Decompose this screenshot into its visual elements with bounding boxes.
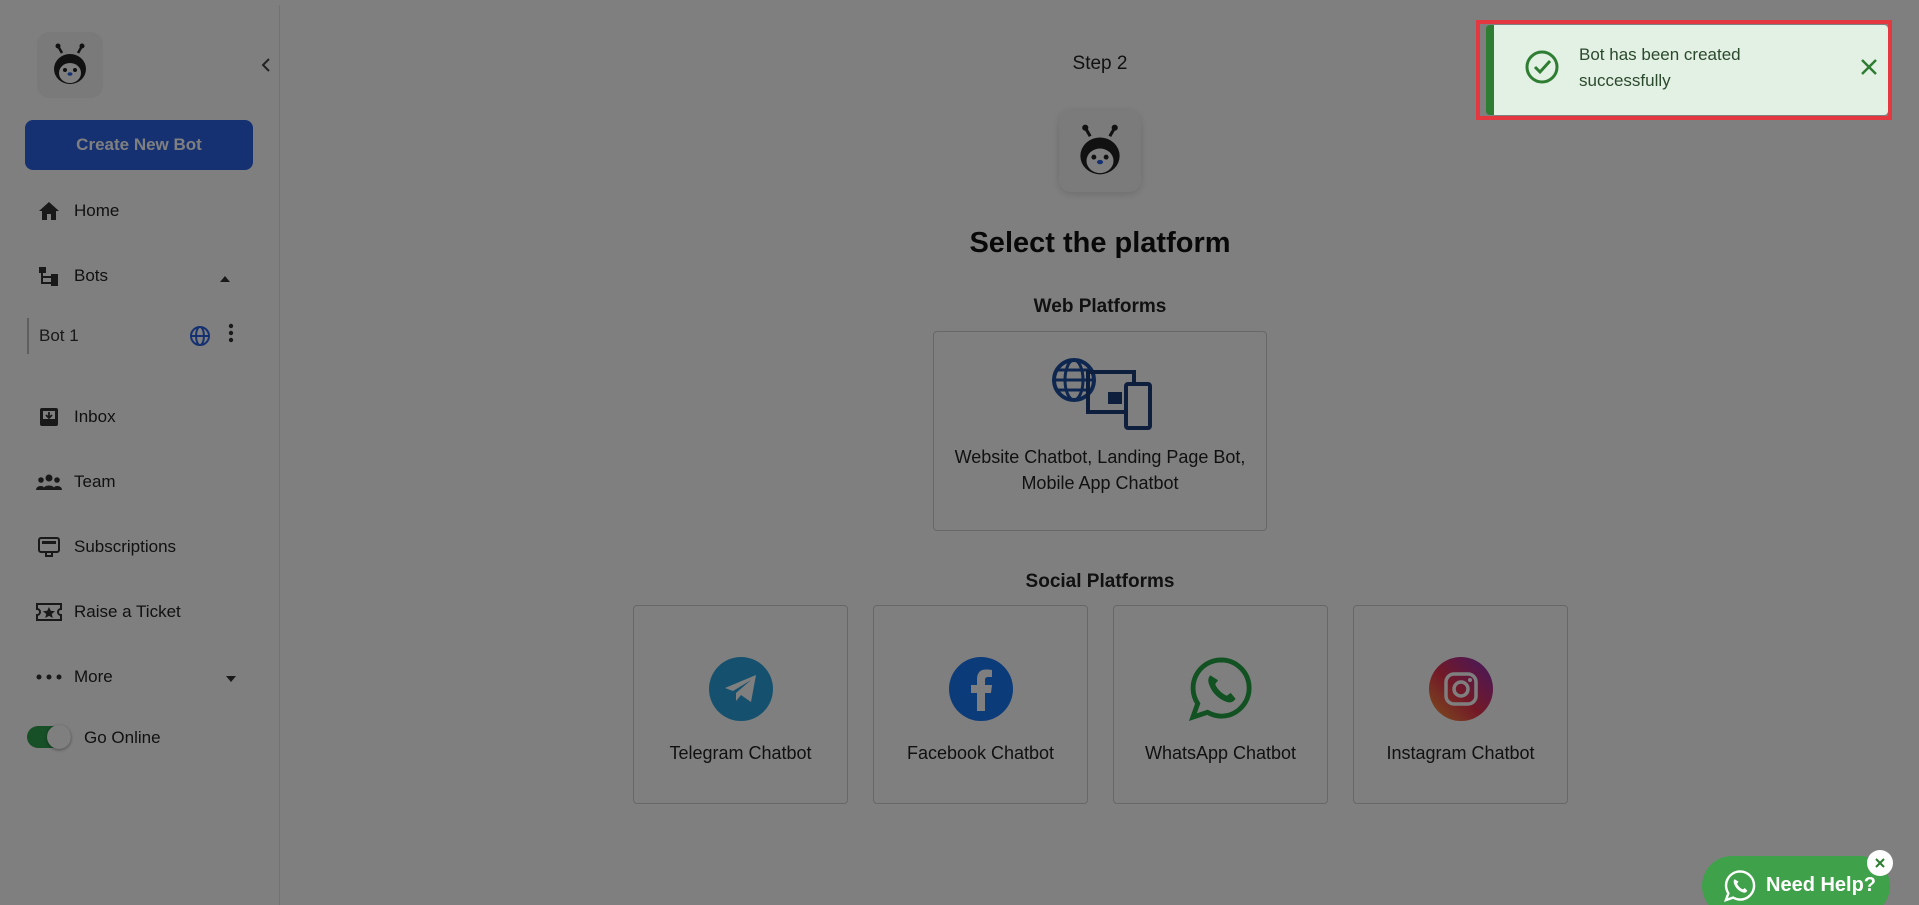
need-help-button[interactable]: Need Help?: [1702, 856, 1890, 905]
close-icon: [1875, 858, 1885, 868]
toast-message: Bot has been created successfully: [1579, 45, 1741, 90]
need-help-label: Need Help?: [1766, 874, 1877, 896]
close-icon[interactable]: [1859, 57, 1879, 77]
success-check-icon: [1525, 50, 1559, 84]
modal-backdrop: [0, 0, 1919, 905]
whatsapp-icon: [1724, 870, 1756, 902]
success-toast: Bot has been created successfully: [1486, 25, 1888, 115]
close-help-button[interactable]: [1867, 850, 1893, 876]
